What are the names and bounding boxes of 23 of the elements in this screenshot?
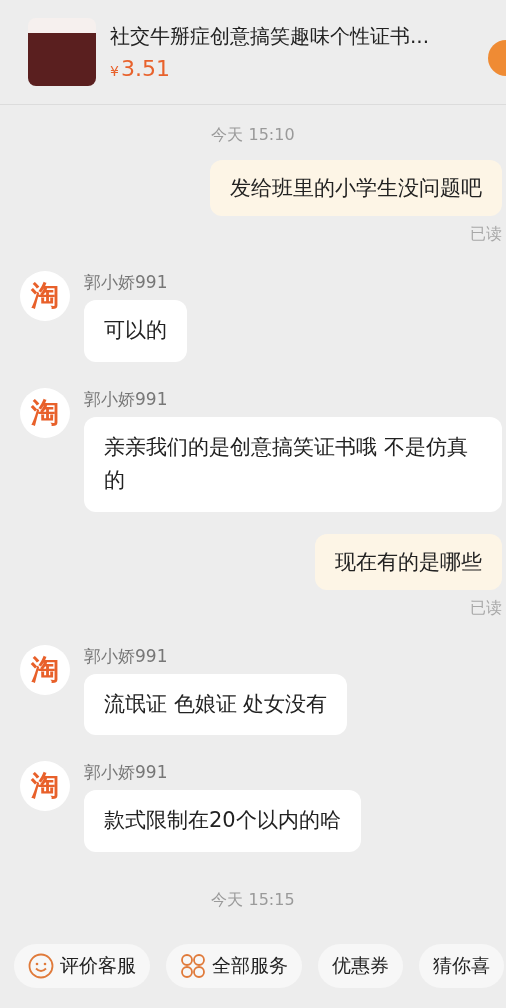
grid-icon	[180, 953, 206, 979]
timestamp: 今天 15:10	[210, 125, 296, 146]
read-status: 已读	[470, 597, 502, 619]
received-message-bubble: 款式限制在20个以内的哈	[84, 790, 361, 852]
sender-name: 郭小娇991	[84, 387, 168, 411]
product-photo-placeholder[interactable]	[28, 18, 96, 86]
sender-name: 郭小娇991	[84, 644, 168, 668]
received-message-bubble: 流氓证 色娘证 处女没有	[84, 673, 348, 736]
sent-message-bubble: 现在有的是哪些	[315, 533, 502, 590]
timestamp: 今天 15:15	[210, 889, 296, 911]
quick-action-chip[interactable]: 猜你喜	[419, 944, 504, 988]
sent-message-bubble: 发给班里的小学生没问题吧	[210, 160, 502, 216]
smile-icon	[28, 953, 54, 979]
product-title: 社交牛掰症创意搞笑趣味个性证书...	[110, 23, 430, 50]
quick-action-chip[interactable]: 评价客服	[14, 944, 150, 988]
product-price: ¥3.51	[110, 56, 171, 81]
received-message-bubble: 可以的	[84, 300, 187, 362]
sender-name: 郭小娇991	[84, 761, 168, 785]
quick-action-chip[interactable]: 全部服务	[166, 944, 302, 988]
read-status: 已读	[470, 224, 502, 245]
quick-action-chip[interactable]: 优惠券	[318, 944, 403, 988]
received-message-bubble: 亲亲我们的是创意搞笑证书哦 不是仿真的	[84, 416, 502, 512]
sender-name: 郭小娇991	[84, 271, 168, 294]
